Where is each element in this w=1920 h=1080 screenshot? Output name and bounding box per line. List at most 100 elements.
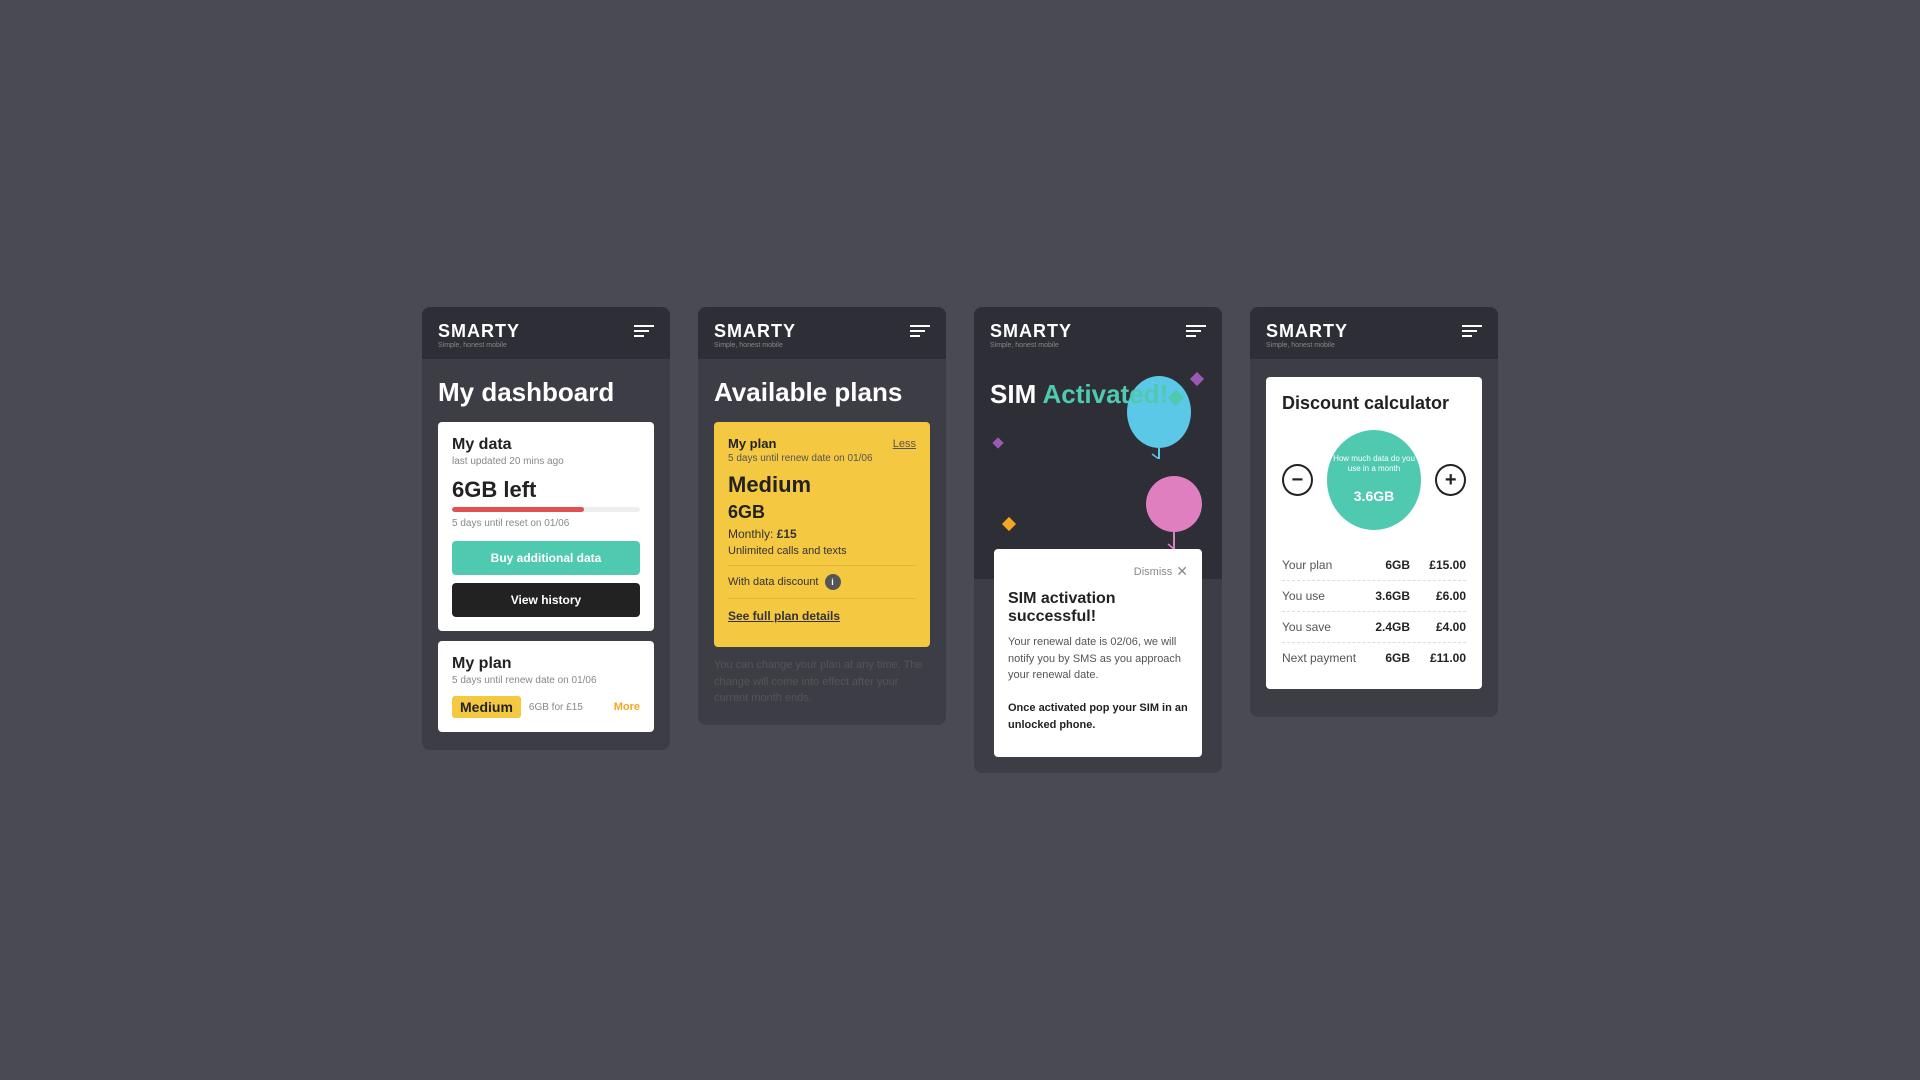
gauge-circle: How much data do you use in a month 3.6G… xyxy=(1327,430,1422,530)
menu-icon[interactable] xyxy=(910,321,930,337)
close-icon[interactable]: ✕ xyxy=(1176,563,1188,580)
plan-calls: Unlimited calls and texts xyxy=(728,545,916,566)
my-plan-box: My plan Less 5 days until renew date on … xyxy=(714,422,930,647)
less-link[interactable]: Less xyxy=(893,438,916,450)
plan-monthly: Monthly: £15 xyxy=(728,527,916,541)
data-progress-fill xyxy=(452,507,584,512)
page-title: Available plans xyxy=(714,377,930,408)
plan-box-header: My plan Less xyxy=(728,436,916,451)
menu-icon[interactable] xyxy=(634,321,654,337)
brand-name: SMARTY xyxy=(438,321,520,342)
popup-body: Your renewal date is 02/06, we will noti… xyxy=(1008,634,1188,733)
brand-tagline: Simple, honest mobile xyxy=(990,342,1072,349)
balloon-pink xyxy=(1142,474,1207,549)
data-card: My data last updated 20 mins ago 6GB lef… xyxy=(438,422,654,631)
plans-header: SMARTY Simple, honest mobile xyxy=(698,307,946,359)
plans-content: Available plans My plan Less 5 days unti… xyxy=(698,359,946,725)
popup-title: SIM activation successful! xyxy=(1008,590,1188,626)
discount-label: With data discount xyxy=(728,576,819,588)
gauge-label: How much data do you use in a month xyxy=(1327,454,1422,473)
brand-tagline: Simple, honest mobile xyxy=(1266,342,1348,349)
sim-popup-wrapper: Dismiss ✕ SIM activation successful! You… xyxy=(974,549,1222,773)
calc-table: Your plan 6GB £15.00 You use 3.6GB £6.00 xyxy=(1282,550,1466,673)
data-card-subtitle: last updated 20 mins ago xyxy=(452,456,640,467)
discount-calc-screen: SMARTY Simple, honest mobile Discount ca… xyxy=(1250,307,1498,717)
view-history-button[interactable]: View history xyxy=(452,583,640,617)
calc-content: Discount calculator − How much data do y… xyxy=(1250,359,1498,717)
sim-activated-title: SIM Activated!◆ xyxy=(990,379,1206,410)
dashboard-content: My dashboard My data last updated 20 min… xyxy=(422,359,670,750)
buy-data-button[interactable]: Buy additional data xyxy=(452,541,640,575)
dismiss-text[interactable]: Dismiss xyxy=(1134,566,1173,578)
plan-details: 6GB for £15 xyxy=(529,702,583,713)
brand-tagline: Simple, honest mobile xyxy=(438,342,520,349)
brand-name: SMARTY xyxy=(714,321,796,342)
dismiss-area[interactable]: Dismiss ✕ xyxy=(1134,563,1188,580)
data-amount: 6GB left xyxy=(452,477,640,503)
reset-text: 5 days until reset on 01/06 xyxy=(452,518,640,529)
gauge-minus-button[interactable]: − xyxy=(1282,464,1313,496)
brand-logo: SMARTY Simple, honest mobile xyxy=(714,321,796,349)
calc-price-next: £11.00 xyxy=(1426,651,1466,665)
calc-label-save: You save xyxy=(1282,620,1331,634)
calc-header: SMARTY Simple, honest mobile xyxy=(1250,307,1498,359)
available-plans-screen: SMARTY Simple, honest mobile Available p… xyxy=(698,307,946,725)
dashboard-screen: SMARTY Simple, honest mobile My dashboar… xyxy=(422,307,670,750)
discount-row: With data discount i xyxy=(728,566,916,599)
see-details-link[interactable]: See full plan details xyxy=(728,609,916,623)
dashboard-header: SMARTY Simple, honest mobile xyxy=(422,307,670,359)
brand-name: SMARTY xyxy=(990,321,1072,342)
gauge-container: − How much data do you use in a month 3.… xyxy=(1282,430,1466,530)
change-plan-text: You can change your plan at any time. Th… xyxy=(714,657,930,707)
plan-size: Medium xyxy=(728,472,916,498)
calc-row-plan: Your plan 6GB £15.00 xyxy=(1282,550,1466,581)
plan-name-row: Medium 6GB for £15 More xyxy=(452,696,640,718)
calc-gb-next: 6GB xyxy=(1370,651,1410,665)
brand-logo: SMARTY Simple, honest mobile xyxy=(990,321,1072,349)
plan-box-title: My plan xyxy=(728,436,776,451)
page-title: My dashboard xyxy=(438,377,654,408)
data-card-title: My data xyxy=(452,436,640,454)
plan-box-sub: 5 days until renew date on 01/06 xyxy=(728,453,916,464)
sim-bg-area: SIM Activated!◆ xyxy=(974,359,1222,579)
menu-icon[interactable] xyxy=(1186,321,1206,337)
brand-logo: SMARTY Simple, honest mobile xyxy=(438,321,520,349)
calc-gb-save: 2.4GB xyxy=(1370,620,1410,634)
calc-title: Discount calculator xyxy=(1282,393,1466,414)
brand-tagline: Simple, honest mobile xyxy=(714,342,796,349)
calc-price-plan: £15.00 xyxy=(1426,558,1466,572)
popup-bold-text: Once activated pop your SIM in an unlock… xyxy=(1008,702,1188,731)
calc-label-use: You use xyxy=(1282,589,1325,603)
calc-price-save: £4.00 xyxy=(1426,620,1466,634)
calc-values-save: 2.4GB £4.00 xyxy=(1370,620,1466,634)
sim-header: SMARTY Simple, honest mobile xyxy=(974,307,1222,359)
calc-card: Discount calculator − How much data do y… xyxy=(1266,377,1482,689)
calc-values-next: 6GB £11.00 xyxy=(1370,651,1466,665)
calc-price-use: £6.00 xyxy=(1426,589,1466,603)
brand-logo: SMARTY Simple, honest mobile xyxy=(1266,321,1348,349)
deco-square-1 xyxy=(1002,517,1016,531)
sim-activated-screen: SMARTY Simple, honest mobile SIM Activat… xyxy=(974,307,1222,773)
gauge-value: 3.6GB xyxy=(1354,478,1394,506)
calc-label-next: Next payment xyxy=(1282,651,1356,665)
calc-row-next: Next payment 6GB £11.00 xyxy=(1282,643,1466,673)
info-icon[interactable]: i xyxy=(825,574,841,590)
brand-name: SMARTY xyxy=(1266,321,1348,342)
calc-values-use: 3.6GB £6.00 xyxy=(1370,589,1466,603)
plan-card-subtitle: 5 days until renew date on 01/06 xyxy=(452,675,640,686)
calc-label-plan: Your plan xyxy=(1282,558,1332,572)
calc-row-use: You use 3.6GB £6.00 xyxy=(1282,581,1466,612)
gauge-plus-button[interactable]: + xyxy=(1435,464,1466,496)
plan-more-link[interactable]: More xyxy=(614,701,640,713)
menu-icon[interactable] xyxy=(1462,321,1482,337)
popup-header: Dismiss ✕ xyxy=(1008,563,1188,580)
success-popup: Dismiss ✕ SIM activation successful! You… xyxy=(994,549,1202,757)
my-plan-card: My plan 5 days until renew date on 01/06… xyxy=(438,641,654,732)
calc-gb-plan: 6GB xyxy=(1370,558,1410,572)
plan-gb: 6GB xyxy=(728,502,916,523)
calc-values-plan: 6GB £15.00 xyxy=(1370,558,1466,572)
calc-gb-use: 3.6GB xyxy=(1370,589,1410,603)
plan-badge: Medium xyxy=(452,696,521,718)
calc-row-save: You save 2.4GB £4.00 xyxy=(1282,612,1466,643)
plan-card-title: My plan xyxy=(452,655,640,673)
